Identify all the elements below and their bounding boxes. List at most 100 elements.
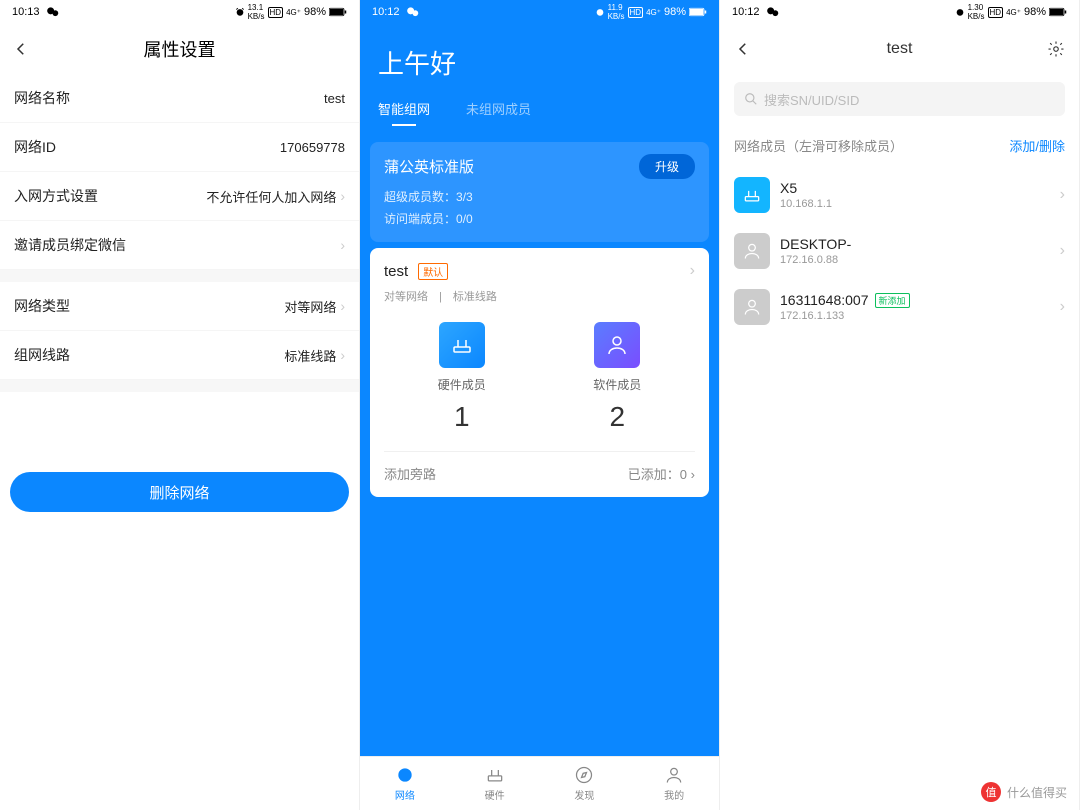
network-name: test bbox=[384, 263, 408, 280]
row-invite-wechat[interactable]: 邀请成员绑定微信 › bbox=[0, 221, 359, 270]
ip: 10.168.1.1 bbox=[780, 198, 1050, 210]
chevron-right-icon: › bbox=[1060, 298, 1065, 316]
header: 属性设置 bbox=[0, 24, 359, 74]
label: 入网方式设置 bbox=[14, 186, 98, 206]
label: 发现 bbox=[574, 787, 594, 802]
battery-icon bbox=[1049, 7, 1067, 17]
search-icon bbox=[744, 92, 758, 106]
ip: 172.16.0.88 bbox=[780, 254, 1050, 266]
signal-icon: 4G⁺ bbox=[286, 8, 301, 17]
nav-mine[interactable]: 我的 bbox=[629, 757, 719, 810]
clock: 10:13 bbox=[12, 6, 40, 18]
signal-icon: 4G⁺ bbox=[1006, 8, 1021, 17]
clock: 10:12 bbox=[372, 6, 400, 18]
tabs: 智能组网 未组网成员 bbox=[360, 99, 719, 136]
chevron-right-icon: › bbox=[340, 347, 345, 363]
back-icon[interactable] bbox=[734, 40, 752, 58]
count: 1 bbox=[454, 401, 470, 433]
label: 添加旁路 bbox=[384, 464, 436, 483]
wechat-icon bbox=[46, 5, 60, 19]
nav-network[interactable]: 网络 bbox=[360, 757, 450, 810]
client-member-value: 0/0 bbox=[456, 212, 473, 226]
alarm-icon bbox=[955, 7, 965, 17]
client-member-label: 访问端成员： bbox=[384, 212, 456, 226]
delete-network-button[interactable]: 删除网络 bbox=[10, 472, 349, 512]
value: test bbox=[324, 91, 345, 106]
count: 2 bbox=[609, 401, 625, 433]
discover-icon bbox=[574, 765, 594, 785]
value: 不允许任何人加入网络 bbox=[206, 187, 336, 206]
section-gap bbox=[0, 380, 359, 392]
signal-icon: 4G⁺ bbox=[646, 8, 661, 17]
tab-ungrouped[interactable]: 未组网成员 bbox=[466, 99, 531, 126]
label: 硬件成员 bbox=[438, 376, 486, 393]
add-bypass-row[interactable]: 添加旁路 已添加：0 › bbox=[384, 451, 695, 483]
status-bar: 10:12 11.9KB/s HD 4G⁺ 98% bbox=[360, 0, 719, 24]
hd-icon: HD bbox=[628, 7, 644, 18]
status-bar: 10:12 1.30KB/s HD 4G⁺ 98% bbox=[720, 0, 1079, 24]
network-icon bbox=[395, 765, 415, 785]
back-icon[interactable] bbox=[12, 40, 30, 58]
watermark-text: 什么值得买 bbox=[1007, 784, 1067, 801]
router-icon bbox=[734, 177, 770, 213]
name: DESKTOP- bbox=[780, 236, 851, 252]
name: 16311648:007 bbox=[780, 292, 869, 308]
hardware-members[interactable]: 硬件成员 1 bbox=[384, 322, 540, 433]
hardware-icon bbox=[485, 765, 505, 785]
nav-hardware[interactable]: 硬件 bbox=[450, 757, 540, 810]
gear-icon[interactable] bbox=[1047, 40, 1065, 58]
member-item[interactable]: X5 10.168.1.1 › bbox=[720, 167, 1079, 223]
bottom-nav: 网络 硬件 发现 我的 bbox=[360, 756, 719, 810]
row-join-method[interactable]: 入网方式设置 不允许任何人加入网络 › bbox=[0, 172, 359, 221]
hd-icon: HD bbox=[268, 7, 284, 18]
row-network-line[interactable]: 组网线路 标准线路 › bbox=[0, 331, 359, 380]
smzdm-logo-icon: 值 bbox=[981, 782, 1001, 802]
tab-smart-network[interactable]: 智能组网 bbox=[378, 99, 430, 126]
software-members[interactable]: 软件成员 2 bbox=[540, 322, 696, 433]
hd-icon: HD bbox=[988, 7, 1004, 18]
person-icon bbox=[594, 322, 640, 368]
label: 网络 bbox=[395, 787, 415, 802]
search-input[interactable]: 搜索SN/UID/SID bbox=[734, 82, 1065, 116]
chevron-right-icon: › bbox=[340, 237, 345, 253]
battery-text: 98% bbox=[304, 6, 326, 18]
label: 邀请成员绑定微信 bbox=[14, 235, 126, 255]
label: 网络类型 bbox=[14, 296, 70, 316]
value: 已添加：0 bbox=[628, 467, 687, 482]
person-icon bbox=[734, 233, 770, 269]
value: 170659778 bbox=[280, 140, 345, 155]
member-item[interactable]: 16311648:007 新添加 172.16.1.133 › bbox=[720, 279, 1079, 335]
member-item[interactable]: DESKTOP- 172.16.0.88 › bbox=[720, 223, 1079, 279]
row-network-type[interactable]: 网络类型 对等网络 › bbox=[0, 282, 359, 331]
net-speed: 11.9KB/s bbox=[608, 3, 625, 21]
label: 网络名称 bbox=[14, 88, 70, 108]
alarm-icon bbox=[595, 7, 605, 17]
label: 软件成员 bbox=[593, 376, 641, 393]
chevron-right-icon: › bbox=[690, 262, 695, 280]
alarm-icon bbox=[235, 7, 245, 17]
watermark: 值 什么值得买 bbox=[973, 778, 1075, 806]
chevron-right-icon: › bbox=[691, 467, 695, 482]
header: test bbox=[720, 24, 1079, 74]
router-icon bbox=[439, 322, 485, 368]
upgrade-button[interactable]: 升级 bbox=[639, 154, 695, 179]
placeholder: 搜索SN/UID/SID bbox=[764, 90, 859, 109]
battery-icon bbox=[689, 7, 707, 17]
value: 标准线路 bbox=[284, 346, 336, 365]
network-card: test 默认 › 对等网络 | 标准线路 硬件成员 1 软件成员 2 添加旁路 bbox=[370, 248, 709, 497]
ip: 172.16.1.133 bbox=[780, 310, 1050, 322]
chevron-right-icon: › bbox=[340, 188, 345, 204]
new-tag: 新添加 bbox=[875, 293, 910, 308]
add-remove-button[interactable]: 添加/删除 bbox=[1009, 136, 1065, 155]
wechat-icon bbox=[766, 5, 780, 19]
value: 对等网络 bbox=[284, 297, 336, 316]
battery-text: 98% bbox=[1024, 6, 1046, 18]
plan-card[interactable]: 蒲公英标准版 升级 超级成员数：3/3 访问端成员：0/0 bbox=[370, 142, 709, 242]
network-header[interactable]: test 默认 › bbox=[384, 262, 695, 280]
row-network-name[interactable]: 网络名称 test bbox=[0, 74, 359, 123]
person-icon bbox=[734, 289, 770, 325]
row-network-id: 网络ID 170659778 bbox=[0, 123, 359, 172]
chevron-right-icon: › bbox=[1060, 186, 1065, 204]
nav-discover[interactable]: 发现 bbox=[540, 757, 630, 810]
label: 组网线路 bbox=[14, 345, 70, 365]
